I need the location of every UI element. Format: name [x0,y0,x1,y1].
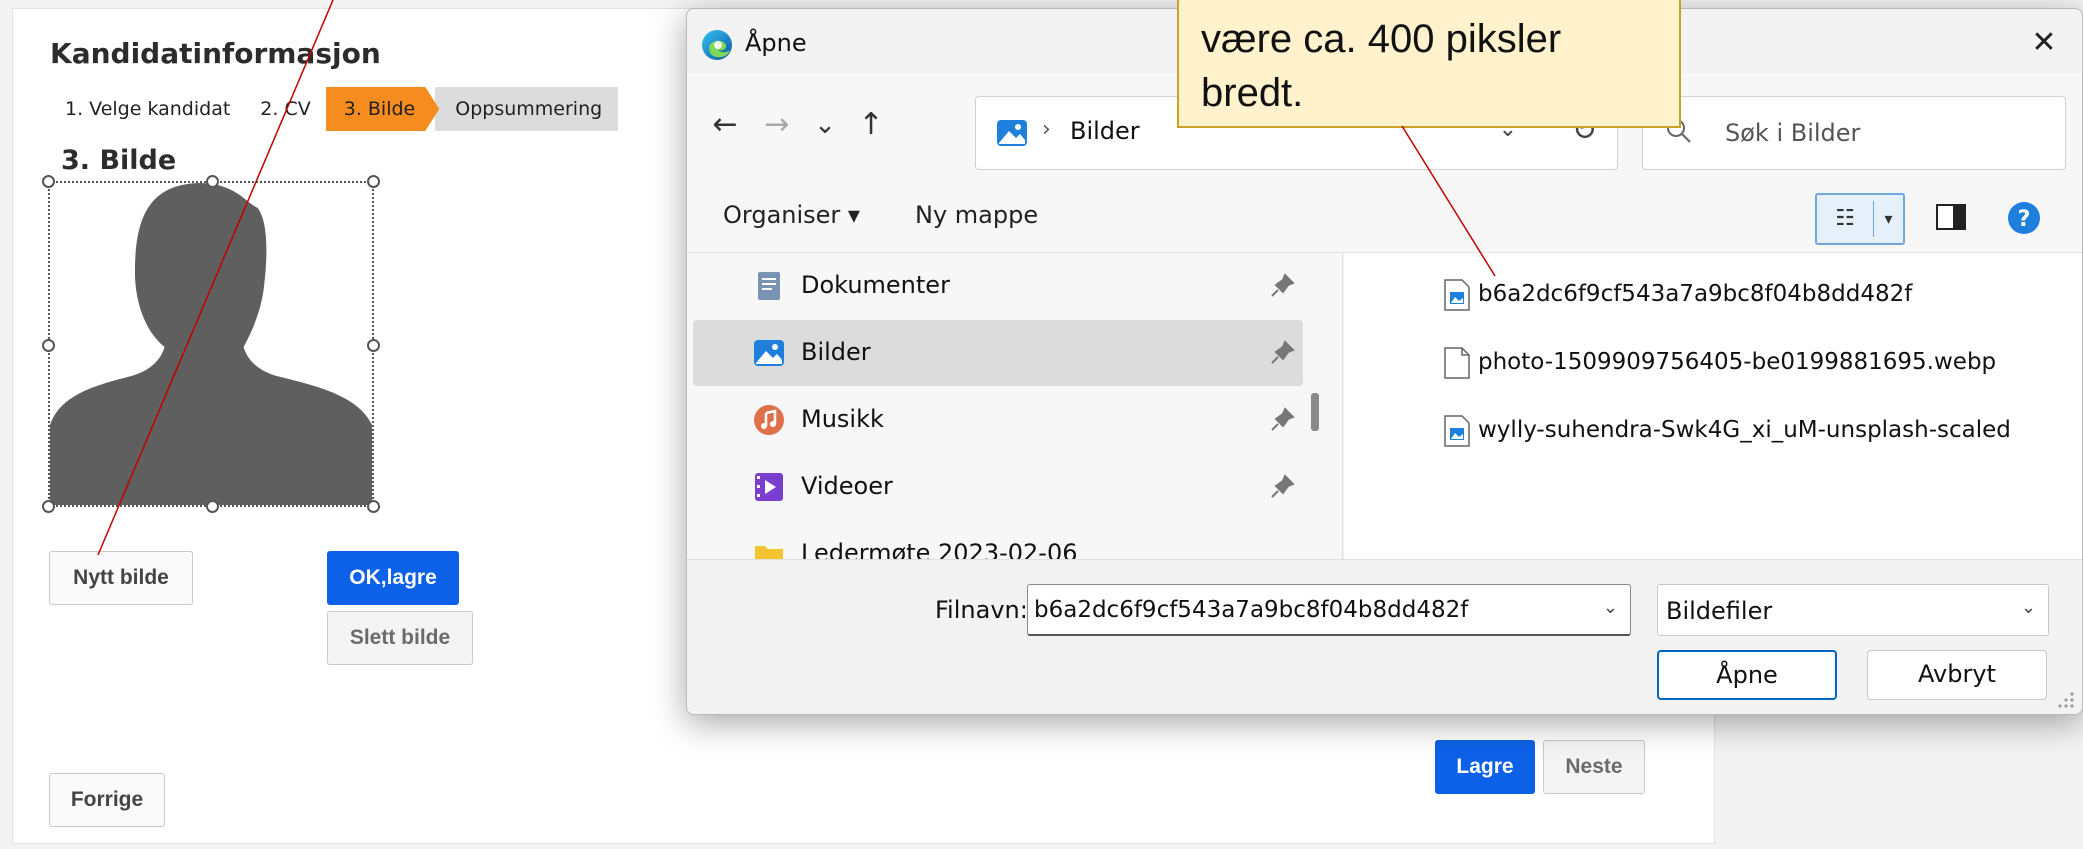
next-button[interactable]: Neste [1543,740,1645,794]
section-title: 3. Bilde [61,145,177,176]
search-box[interactable] [1642,96,2066,170]
organize-menu-button[interactable]: Organiser ▾ [723,201,860,229]
blank-file-icon [1444,347,1470,379]
breadcrumb-separator: › [1042,117,1051,142]
close-icon[interactable]: ✕ [2024,23,2064,63]
documents-folder-icon [758,272,780,300]
filename-input[interactable] [1034,593,1574,627]
navigation-pane: Dokumenter Bilder Musikk Videoer Ledermø… [687,253,1343,559]
resize-handle-sw[interactable] [42,500,55,513]
filename-label: Filnavn: [935,596,1028,624]
nav-item-pictures[interactable]: Bilder [693,320,1303,386]
file-list: b6a2dc6f9cf543a7a9bc8f04b8dd482f photo-1… [1344,253,2082,559]
file-name: photo-1509909756405-be0199881695.webp [1478,349,1997,375]
step-indicator: 1. Velge kandidat 2. CV 3. Bilde Oppsumm… [50,87,619,131]
forward-arrow-icon[interactable]: → [757,105,797,145]
previous-button[interactable]: Forrige [49,773,165,827]
save-button[interactable]: Lagre [1435,740,1535,794]
resize-handle-ne[interactable] [367,175,380,188]
nav-item-videos[interactable]: Videoer [693,454,1303,520]
resize-handle-s[interactable] [206,500,219,513]
profile-photo-frame[interactable] [42,175,380,513]
pictures-location-icon [997,120,1027,146]
recent-locations-chevron-icon[interactable]: ⌄ [805,105,845,145]
nav-item-label: Bilder [801,338,871,366]
nav-item-documents[interactable]: Dokumenter [693,253,1303,319]
step-summary[interactable]: Oppsummering [435,87,619,131]
resize-handle-n[interactable] [206,175,219,188]
pictures-folder-icon [754,340,784,366]
cancel-button[interactable]: Avbryt [1867,650,2047,700]
view-options-chevron-icon[interactable]: ▾ [1874,195,1903,243]
nav-item-label: Ledermøte 2023-02-06 [801,539,1078,559]
file-name: wylly-suhendra-Swk4G_xi_uM-unsplash-scal… [1478,417,2011,443]
filetype-value: Bildefiler [1666,597,1773,625]
edge-browser-icon [702,30,732,60]
videos-folder-icon [755,473,783,501]
step-cv[interactable]: 2. CV [245,87,325,131]
resize-handle-e[interactable] [367,339,380,352]
nav-item-music[interactable]: Musikk [693,387,1303,453]
svg-text:?: ? [2018,207,2031,232]
address-location[interactable]: Bilder [1070,117,1140,145]
image-file-icon [1444,415,1470,447]
new-folder-button[interactable]: Ny mappe [915,201,1038,229]
dialog-command-bar: Organiser ▾ Ny mappe ☷ ▾ ? [687,179,2082,253]
filetype-select[interactable]: Bildefiler ⌄ [1657,584,2049,636]
new-image-button[interactable]: Nytt bilde [49,551,193,605]
details-view-icon[interactable]: ☷ [1817,195,1873,243]
resize-handle-se[interactable] [367,500,380,513]
music-folder-icon [754,405,784,435]
step-select-candidate[interactable]: 1. Velge kandidat [50,87,245,131]
ok-save-button[interactable]: OK,lagre [327,551,459,605]
pin-icon[interactable] [1269,474,1295,500]
resize-handle-w[interactable] [42,339,55,352]
nav-item-label: Videoer [801,472,893,500]
resize-handle-nw[interactable] [42,175,55,188]
callout-line-2: bredt. [1201,71,1304,115]
dialog-footer: Filnavn: ⌄ Bildefiler ⌄ Åpne Avbryt [687,559,2082,714]
callout-line-1: være ca. 400 piksler [1201,17,1562,61]
resize-grip-icon[interactable] [2056,690,2076,710]
file-name: b6a2dc6f9cf543a7a9bc8f04b8dd482f [1478,281,1913,307]
folder-icon [755,546,783,559]
dialog-title: Åpne [745,29,807,57]
open-button[interactable]: Åpne [1657,650,1837,700]
back-arrow-icon[interactable]: ← [705,105,745,145]
pin-icon[interactable] [1269,407,1295,433]
pin-icon[interactable] [1269,340,1295,366]
navigation-pane-scrollbar[interactable] [1311,393,1319,431]
search-input[interactable] [1725,115,2045,151]
preview-pane-icon[interactable] [1935,201,1967,233]
nav-item-meeting-folder[interactable]: Ledermøte 2023-02-06 [693,521,1303,559]
view-options-group: ☷ ▾ [1815,193,1905,245]
help-icon[interactable]: ? [2007,201,2041,235]
filename-chevron-down-icon[interactable]: ⌄ [1603,597,1618,618]
step-image-active[interactable]: 3. Bilde [326,87,440,131]
up-arrow-icon[interactable]: ↑ [851,105,891,145]
nav-item-label: Dokumenter [801,271,950,299]
person-silhouette-icon [50,183,372,505]
annotation-callout: være ca. 400 piksler bredt. [1177,0,1681,128]
nav-item-label: Musikk [801,405,884,433]
image-file-icon [1444,279,1470,311]
delete-image-button[interactable]: Slett bilde [327,611,473,665]
pin-icon[interactable] [1269,273,1295,299]
filename-combobox[interactable]: ⌄ [1027,584,1631,636]
filetype-chevron-down-icon[interactable]: ⌄ [2021,597,2036,618]
page-title: Kandidatinformasjon [50,37,381,70]
